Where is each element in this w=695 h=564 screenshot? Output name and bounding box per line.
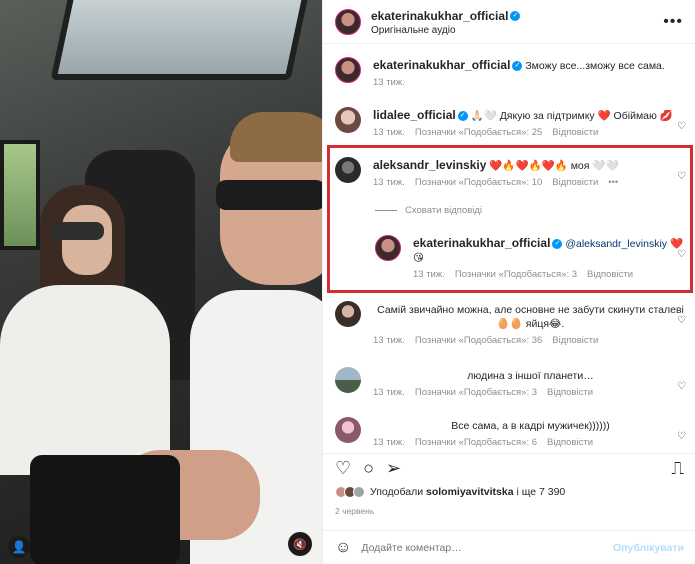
comment-likes[interactable]: Позначки «Подобається»: 36 [415,335,542,348]
comment-username[interactable]: ekaterinakukhar_official [373,58,510,72]
comment-time: 13 тиж. [373,387,405,399]
comment-text: Самій звичайно можна, але основне не заб… [377,304,684,331]
comment-time: 13 тиж. [373,335,405,347]
likes-count[interactable]: і ще 7 390 [514,486,565,498]
post-header: ekaterinakukhar_official ✓ Оригінальне ау… [323,0,695,44]
comment-item: Самій звичайно можна, але основне не заб… [335,301,688,348]
publish-button[interactable]: Опублікувати [613,542,684,554]
comment-likes[interactable]: Позначки «Подобається»: 25 [415,127,542,140]
likes-prefix: Уподобали [370,486,426,498]
author-username[interactable]: ekaterinakukhar_official [371,9,508,23]
commenter-avatar[interactable] [335,107,361,133]
verified-icon: ✓ [510,10,521,21]
save-icon[interactable]: ⎍ [671,458,684,479]
sunroof-image [50,0,310,80]
commenter-avatar[interactable] [335,301,361,327]
liker-username[interactable]: solomiyavitvitska [426,486,514,498]
woman-sunglasses-shape [52,222,104,240]
mute-icon[interactable]: 🔇 [288,532,312,556]
reply-button[interactable]: Відповісти [552,335,598,348]
comment-input[interactable] [361,541,613,554]
like-comment-icon[interactable]: ♡ [677,431,686,442]
man-sunglasses-shape [216,180,322,210]
comments-list: ekaterinakukhar_official ✓ Зможу все...зм… [323,45,695,453]
comment-text: 🙏🏻🤍 Дякую за підтримку ❤️ Обіймаю 💋 [470,110,673,122]
like-comment-icon[interactable]: ♡ [677,121,686,132]
like-comment-icon[interactable]: ♡ [677,381,686,392]
car-window-image [0,140,40,250]
comment-likes[interactable]: Позначки «Подобається»: 3 [415,387,537,400]
liker-avatar [353,486,365,498]
woman-face-shape [62,205,112,275]
more-options-icon[interactable]: ••• [663,13,683,31]
man-hair-shape [230,112,322,162]
add-comment-bar: ☺ Опублікувати [323,530,695,564]
verified-icon: ✓ [457,111,468,122]
reply-button[interactable]: Відповісти [552,127,598,140]
emoji-icon[interactable]: ☺ [335,539,351,557]
comment-item: Все сама, а в кадрі мужичек)))))) 13 тиж… [335,417,688,450]
like-comment-icon[interactable]: ♡ [677,315,686,326]
reply-button[interactable]: Відповісти [547,387,593,400]
author-avatar[interactable] [335,8,361,35]
comment-text: людина з іншої планети… [467,370,594,382]
comment-text: Все сама, а в кадрі мужичек)))))) [451,420,610,432]
post-date: 2 червень [335,506,375,516]
comment-likes[interactable]: Позначки «Подобається»: 6 [415,437,537,450]
reply-button[interactable]: Відповісти [547,437,593,450]
commenter-avatar[interactable] [335,367,361,393]
woman-shirt-shape [0,285,170,475]
post-actions: ♡ ○ ➢ ⎍ [323,453,695,483]
comment-item: lidalee_official ✓ 🙏🏻🤍 Дякую за підтримку… [335,107,688,140]
like-icon[interactable]: ♡ [335,458,351,479]
comment-icon[interactable]: ○ [363,458,374,479]
comment-text: Зможу все...зможу все сама. [525,60,665,72]
commenter-avatar[interactable] [335,417,361,443]
comments-panel: ekaterinakukhar_official ✓ Оригінальне ау… [322,0,695,564]
audio-label[interactable]: Оригінальне аудіо [371,25,520,37]
comment-time: 13 тиж. [373,437,405,449]
tagged-user-icon[interactable]: 👤 [8,536,30,558]
verified-icon: ✓ [512,61,523,72]
share-icon[interactable]: ➢ [386,458,401,479]
caption: ekaterinakukhar_official ✓ Зможу все...зм… [335,57,688,90]
comment-time: 13 тиж. [373,127,405,139]
comment-time: 13 тиж. [373,77,405,89]
comment-item: людина з іншої планети… 13 тиж. Позначки… [335,367,688,400]
caption-avatar[interactable] [335,57,361,83]
comment-username[interactable]: lidalee_official [373,108,456,122]
highlight-box [327,145,693,293]
video-media[interactable]: 👤 🔇 [0,0,322,564]
car-console-shape [30,455,180,564]
likes-summary: Уподобали solomiyavitvitska і ще 7 390 [335,486,565,498]
